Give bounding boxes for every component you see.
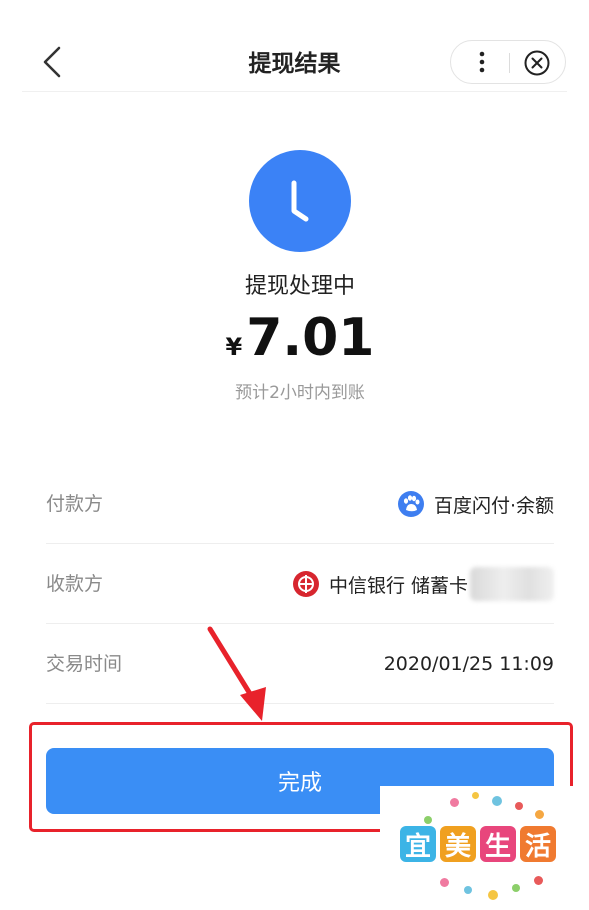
capsule-divider — [509, 53, 510, 73]
payer-label: 付款方 — [46, 493, 104, 515]
header-divider — [22, 91, 567, 92]
more-button[interactable] — [465, 45, 499, 79]
payee-value: 中信银行 储蓄卡 — [328, 574, 468, 597]
currency-symbol: ¥ — [225, 333, 243, 361]
watermark-char: 美 — [440, 826, 476, 862]
vertical-dots-icon — [479, 51, 485, 73]
payee-label: 收款方 — [46, 573, 104, 595]
amount-value: 7.01 — [246, 308, 375, 368]
red-arrow-annotation — [207, 626, 266, 721]
payer-value: 百度闪付·余额 — [433, 494, 554, 517]
payer-row: 付款方 百度闪付·余额 — [46, 464, 554, 544]
mini-program-capsule — [450, 40, 566, 84]
circle-close-icon — [524, 50, 550, 76]
payee-row: 收款方 中信银行 储蓄卡 — [46, 544, 554, 624]
watermark-text: 宜 美 生 活 — [400, 826, 560, 862]
baidu-paw-icon — [397, 491, 424, 517]
watermark-char: 生 — [480, 826, 516, 862]
redacted-card-number — [470, 567, 554, 601]
close-button[interactable] — [519, 45, 555, 81]
watermark-logo: 宜 美 生 活 — [380, 786, 589, 910]
time-value: 2020/01/25 11:09 — [383, 653, 554, 675]
citic-bank-icon — [292, 571, 319, 597]
withdrawal-status: 提现处理中 — [244, 274, 355, 299]
time-row: 交易时间 2020/01/25 11:09 — [46, 624, 554, 704]
watermark-char: 宜 — [400, 826, 436, 862]
withdrawal-amount: ¥7.01 — [0, 306, 589, 382]
clock-icon — [249, 150, 351, 252]
nav-bar: 提现结果 — [0, 0, 589, 92]
time-label: 交易时间 — [46, 653, 123, 675]
arrival-estimate: 预计2小时内到账 — [235, 383, 365, 403]
watermark-char: 活 — [520, 826, 556, 862]
